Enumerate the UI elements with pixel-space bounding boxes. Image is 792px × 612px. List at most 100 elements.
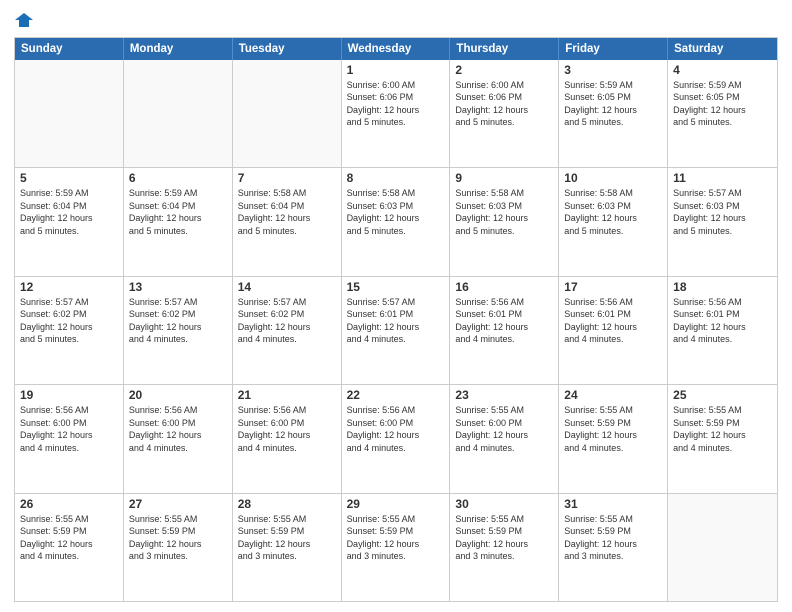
weekday-header-tuesday: Tuesday (233, 38, 342, 60)
day-info: Sunrise: 5:56 AMSunset: 6:01 PMDaylight:… (673, 296, 772, 346)
day-cell-20: 20Sunrise: 5:56 AMSunset: 6:00 PMDayligh… (124, 385, 233, 492)
calendar-body: 1 Sunrise: 6:00 AMSunset: 6:06 PMDaylight… (15, 60, 777, 601)
day-info: Sunrise: 5:56 AMSunset: 6:00 PMDaylight:… (20, 404, 118, 454)
weekday-header-sunday: Sunday (15, 38, 124, 60)
day-info: Sunrise: 6:00 AMSunset: 6:06 PMDaylight:… (455, 79, 553, 129)
day-cell-3: 3 Sunrise: 5:59 AMSunset: 6:05 PMDaylight… (559, 60, 668, 167)
week-row-1: 1 Sunrise: 6:00 AMSunset: 6:06 PMDaylight… (15, 60, 777, 168)
day-number: 7 (238, 171, 336, 185)
day-cell-11: 11 Sunrise: 5:57 AMSunset: 6:03 PMDayligh… (668, 168, 777, 275)
day-info: Sunrise: 6:00 AMSunset: 6:06 PMDaylight:… (347, 79, 445, 129)
day-number: 31 (564, 497, 662, 511)
day-info: Sunrise: 5:56 AMSunset: 6:01 PMDaylight:… (564, 296, 662, 346)
day-cell-4: 4 Sunrise: 5:59 AMSunset: 6:05 PMDaylight… (668, 60, 777, 167)
week-row-3: 12 Sunrise: 5:57 AMSunset: 6:02 PMDayligh… (15, 277, 777, 385)
empty-cell (15, 60, 124, 167)
week-row-4: 19 Sunrise: 5:56 AMSunset: 6:00 PMDayligh… (15, 385, 777, 493)
day-number: 22 (347, 388, 445, 402)
day-number: 24 (564, 388, 662, 402)
logo (14, 10, 33, 29)
day-number: 2 (455, 63, 553, 77)
day-info: Sunrise: 5:55 AMSunset: 5:59 PMDaylight:… (564, 404, 662, 454)
day-info: Sunrise: 5:59 AMSunset: 6:05 PMDaylight:… (564, 79, 662, 129)
day-cell-9: 9 Sunrise: 5:58 AMSunset: 6:03 PMDaylight… (450, 168, 559, 275)
day-number: 15 (347, 280, 445, 294)
day-number: 16 (455, 280, 553, 294)
day-number: 6 (129, 171, 227, 185)
day-number: 26 (20, 497, 118, 511)
week-row-5: 26 Sunrise: 5:55 AMSunset: 5:59 PMDayligh… (15, 494, 777, 601)
day-cell-27: 27Sunrise: 5:55 AMSunset: 5:59 PMDayligh… (124, 494, 233, 601)
weekday-header-monday: Monday (124, 38, 233, 60)
weekday-header-thursday: Thursday (450, 38, 559, 60)
day-cell-23: 23 Sunrise: 5:55 AMSunset: 6:00 PMDayligh… (450, 385, 559, 492)
day-cell-15: 15Sunrise: 5:57 AMSunset: 6:01 PMDayligh… (342, 277, 451, 384)
page: SundayMondayTuesdayWednesdayThursdayFrid… (0, 0, 792, 612)
day-number: 11 (673, 171, 772, 185)
day-info: Sunrise: 5:56 AMSunset: 6:01 PMDaylight:… (455, 296, 553, 346)
weekday-header-wednesday: Wednesday (342, 38, 451, 60)
day-number: 8 (347, 171, 445, 185)
day-info: Sunrise: 5:56 AMSunset: 6:00 PMDaylight:… (238, 404, 336, 454)
day-cell-18: 18 Sunrise: 5:56 AMSunset: 6:01 PMDayligh… (668, 277, 777, 384)
day-number: 23 (455, 388, 553, 402)
day-cell-21: 21 Sunrise: 5:56 AMSunset: 6:00 PMDayligh… (233, 385, 342, 492)
header (14, 10, 778, 29)
day-cell-28: 28Sunrise: 5:55 AMSunset: 5:59 PMDayligh… (233, 494, 342, 601)
day-cell-13: 13 Sunrise: 5:57 AMSunset: 6:02 PMDayligh… (124, 277, 233, 384)
day-cell-22: 22 Sunrise: 5:56 AMSunset: 6:00 PMDayligh… (342, 385, 451, 492)
day-number: 17 (564, 280, 662, 294)
day-cell-6: 6 Sunrise: 5:59 AMSunset: 6:04 PMDaylight… (124, 168, 233, 275)
day-number: 19 (20, 388, 118, 402)
day-number: 28 (238, 497, 336, 511)
day-number: 18 (673, 280, 772, 294)
day-cell-29: 29 Sunrise: 5:55 AMSunset: 5:59 PMDayligh… (342, 494, 451, 601)
day-cell-12: 12 Sunrise: 5:57 AMSunset: 6:02 PMDayligh… (15, 277, 124, 384)
day-number: 29 (347, 497, 445, 511)
day-cell-8: 8 Sunrise: 5:58 AMSunset: 6:03 PMDaylight… (342, 168, 451, 275)
day-number: 21 (238, 388, 336, 402)
day-info: Sunrise: 5:55 AMSunset: 5:59 PMDaylight:… (20, 513, 118, 563)
weekday-header-friday: Friday (559, 38, 668, 60)
day-number: 13 (129, 280, 227, 294)
day-info: Sunrise: 5:57 AMSunset: 6:03 PMDaylight:… (673, 187, 772, 237)
day-info: Sunrise: 5:57 AMSunset: 6:02 PMDaylight:… (129, 296, 227, 346)
day-cell-31: 31 Sunrise: 5:55 AMSunset: 5:59 PMDayligh… (559, 494, 668, 601)
day-info: Sunrise: 5:56 AMSunset: 6:00 PMDaylight:… (129, 404, 227, 454)
day-info: Sunrise: 5:58 AMSunset: 6:03 PMDaylight:… (455, 187, 553, 237)
day-info: Sunrise: 5:56 AMSunset: 6:00 PMDaylight:… (347, 404, 445, 454)
week-row-2: 5 Sunrise: 5:59 AMSunset: 6:04 PMDaylight… (15, 168, 777, 276)
day-info: Sunrise: 5:59 AMSunset: 6:04 PMDaylight:… (129, 187, 227, 237)
day-cell-10: 10Sunrise: 5:58 AMSunset: 6:03 PMDayligh… (559, 168, 668, 275)
day-cell-14: 14 Sunrise: 5:57 AMSunset: 6:02 PMDayligh… (233, 277, 342, 384)
day-info: Sunrise: 5:55 AMSunset: 5:59 PMDaylight:… (673, 404, 772, 454)
day-cell-7: 7Sunrise: 5:58 AMSunset: 6:04 PMDaylight… (233, 168, 342, 275)
day-cell-2: 2 Sunrise: 6:00 AMSunset: 6:06 PMDaylight… (450, 60, 559, 167)
day-number: 3 (564, 63, 662, 77)
day-number: 5 (20, 171, 118, 185)
day-cell-17: 17 Sunrise: 5:56 AMSunset: 6:01 PMDayligh… (559, 277, 668, 384)
calendar: SundayMondayTuesdayWednesdayThursdayFrid… (14, 37, 778, 602)
day-info: Sunrise: 5:55 AMSunset: 5:59 PMDaylight:… (564, 513, 662, 563)
day-cell-1: 1 Sunrise: 6:00 AMSunset: 6:06 PMDaylight… (342, 60, 451, 167)
day-info: Sunrise: 5:59 AMSunset: 6:05 PMDaylight:… (673, 79, 772, 129)
day-number: 1 (347, 63, 445, 77)
day-info: Sunrise: 5:55 AMSunset: 6:00 PMDaylight:… (455, 404, 553, 454)
calendar-header: SundayMondayTuesdayWednesdayThursdayFrid… (15, 38, 777, 60)
day-info: Sunrise: 5:55 AMSunset: 5:59 PMDaylight:… (347, 513, 445, 563)
day-cell-24: 24 Sunrise: 5:55 AMSunset: 5:59 PMDayligh… (559, 385, 668, 492)
day-info: Sunrise: 5:57 AMSunset: 6:02 PMDaylight:… (238, 296, 336, 346)
day-cell-5: 5Sunrise: 5:59 AMSunset: 6:04 PMDaylight… (15, 168, 124, 275)
day-info: Sunrise: 5:58 AMSunset: 6:03 PMDaylight:… (347, 187, 445, 237)
day-number: 9 (455, 171, 553, 185)
day-cell-26: 26 Sunrise: 5:55 AMSunset: 5:59 PMDayligh… (15, 494, 124, 601)
day-info: Sunrise: 5:57 AMSunset: 6:02 PMDaylight:… (20, 296, 118, 346)
empty-cell (124, 60, 233, 167)
day-number: 12 (20, 280, 118, 294)
day-number: 14 (238, 280, 336, 294)
day-number: 4 (673, 63, 772, 77)
empty-cell (233, 60, 342, 167)
day-number: 27 (129, 497, 227, 511)
day-cell-16: 16 Sunrise: 5:56 AMSunset: 6:01 PMDayligh… (450, 277, 559, 384)
day-number: 30 (455, 497, 553, 511)
